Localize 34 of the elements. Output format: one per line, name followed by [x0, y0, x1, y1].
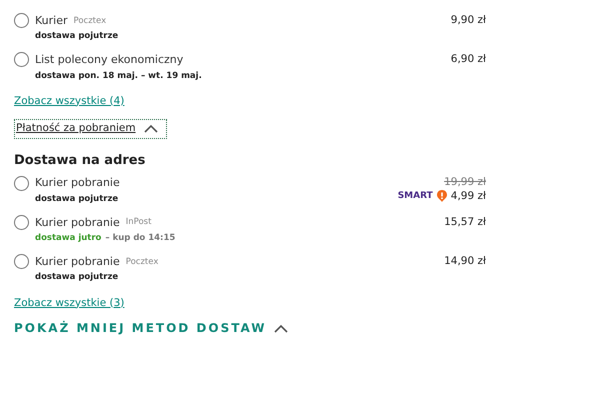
caret-up-icon: [274, 324, 288, 333]
radio-button[interactable]: [14, 176, 29, 191]
radio-button[interactable]: [14, 13, 29, 28]
carrier-name: Pocztex: [126, 256, 158, 268]
option-name: List polecony ekonomiczny: [35, 53, 184, 68]
section-heading: Dostawa na adres: [14, 152, 146, 168]
option-name: Kurier: [35, 14, 68, 28]
old-price: 19,99 zł: [443, 176, 486, 190]
smart-icon: [436, 190, 447, 202]
see-all-link[interactable]: Zobacz wszystkie (3): [14, 296, 124, 310]
radio-button[interactable]: [14, 214, 29, 230]
order-cutoff: – kup do 14:15: [105, 233, 176, 244]
carrier-name: InPost: [126, 217, 152, 228]
radio-button[interactable]: [14, 52, 29, 68]
delivery-time: dostawa pojutrze: [35, 272, 118, 284]
payment-toggle[interactable]: Płatność za pobraniem: [14, 119, 167, 139]
delivery-time: dostawa pon. 18 maj. – wt. 19 maj.: [35, 70, 202, 82]
price: 14,90 zł: [444, 255, 486, 269]
radio-button[interactable]: [14, 254, 29, 270]
delivery-time: dostawa pojutrze: [35, 31, 118, 42]
option-name: Kurier pobranie: [35, 255, 120, 270]
carrier-name: Pocztex: [74, 16, 106, 27]
delivery-time: dostawa pojutrze: [35, 194, 118, 205]
see-all-link[interactable]: Zobacz wszystkie (4): [14, 94, 124, 108]
price: 15,57 zł: [444, 216, 486, 230]
option-name: Kurier pobranie: [35, 176, 120, 191]
delivery-time: dostawa jutro: [35, 233, 102, 244]
price: 4,99 zł: [450, 190, 486, 204]
caret-up-icon: [144, 124, 158, 134]
price: 6,90 zł: [450, 53, 486, 67]
price: 9,90 zł: [450, 14, 486, 28]
option-name: Kurier pobranie: [35, 216, 120, 230]
show-less-button[interactable]: POKAŻ MNIEJ METOD DOSTAW: [14, 321, 288, 336]
smart-label: SMART: [398, 191, 433, 203]
